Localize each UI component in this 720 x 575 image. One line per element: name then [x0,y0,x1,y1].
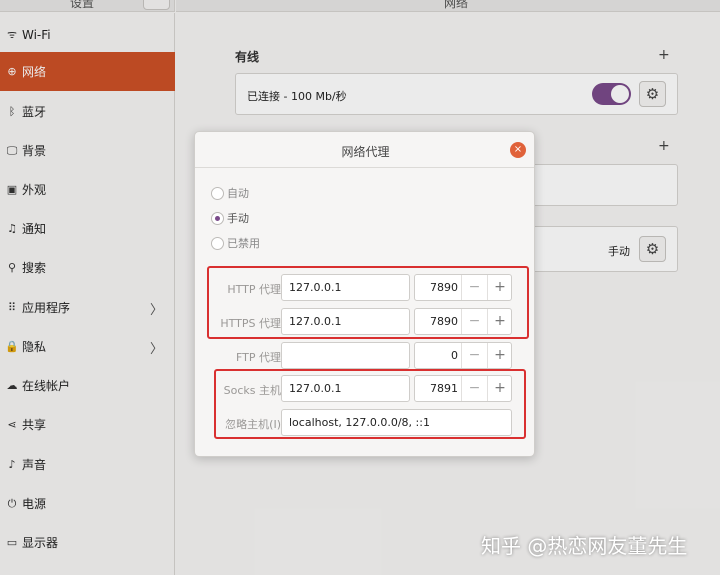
radio-label: 手动 [227,212,249,225]
port-value: 0 [451,349,458,362]
close-icon: × [513,144,523,155]
watermark-text: 知乎 @热恋网友董先生 [481,534,688,558]
radio-selected-icon [211,211,224,225]
decrement-button[interactable]: − [461,343,487,368]
radio-icon [211,186,224,200]
ftp-proxy-port-stepper[interactable]: 0 − + [414,342,512,369]
radio-label: 自动 [227,187,249,200]
dialog-header: 网络代理 × [195,132,534,168]
mode-disabled-radio[interactable]: 已禁用 [211,235,260,251]
close-button[interactable]: × [510,142,526,158]
socks-highlight-box [214,369,526,439]
radio-label: 已禁用 [227,237,260,250]
increment-button[interactable]: + [487,343,512,368]
ftp-proxy-host-input[interactable] [281,342,410,369]
http-highlight-box [207,266,529,339]
mode-auto-radio[interactable]: 自动 [211,185,249,201]
radio-icon [211,236,224,250]
dialog-title: 网络代理 [341,145,390,159]
network-proxy-dialog: 网络代理 × 自动 手动 已禁用 HTTP 代理 127.0.0.1 7890 … [194,131,535,457]
ftp-proxy-label: FTP 代理 [236,351,281,364]
mode-manual-radio[interactable]: 手动 [211,210,249,226]
